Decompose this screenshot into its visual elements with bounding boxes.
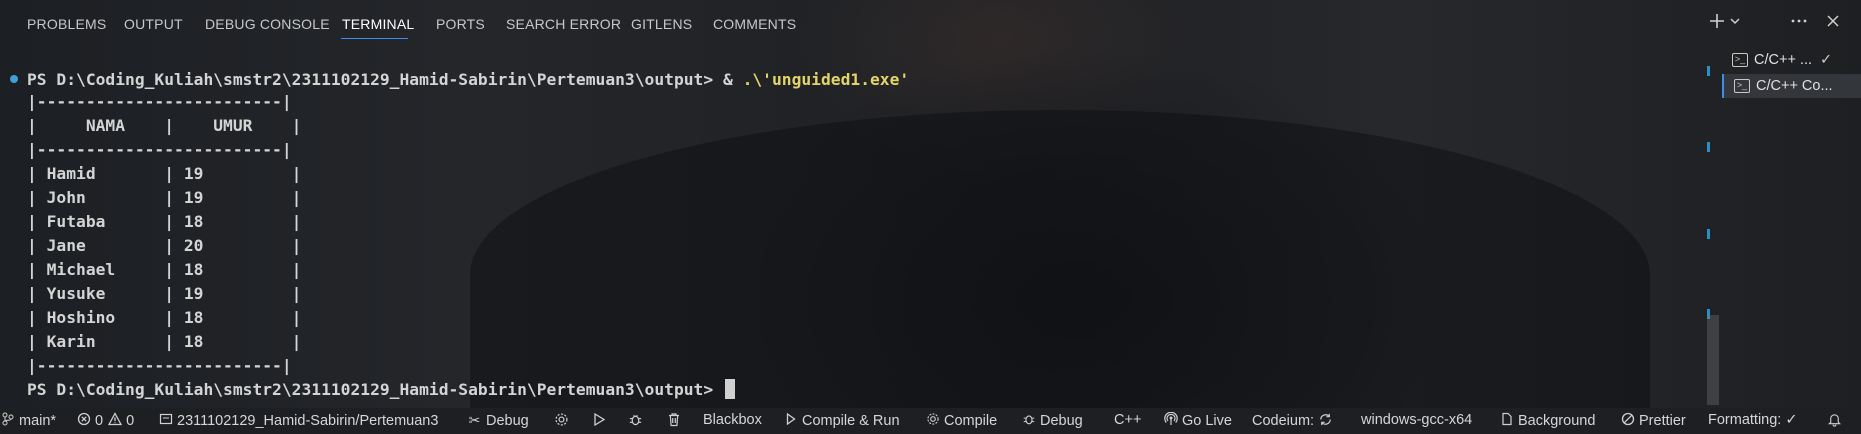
command-line: PS D:\Coding_Kuliah\smstr2\2311102129_Ha… <box>27 68 909 92</box>
git-branch[interactable]: main* <box>0 412 56 429</box>
panel-tabs: PROBLEMS OUTPUT DEBUG CONSOLE TERMINAL P… <box>0 0 1861 50</box>
compile-run-button[interactable]: Compile & Run <box>783 412 900 429</box>
compile-button[interactable]: Compile <box>925 412 997 429</box>
error-icon <box>76 412 91 429</box>
terminal-cursor <box>724 379 735 399</box>
warning-count: 0 <box>126 412 135 429</box>
background-label: Background <box>1518 412 1596 429</box>
branch-icon <box>0 412 15 429</box>
plus-icon[interactable] <box>1708 12 1726 36</box>
bug-icon[interactable] <box>628 412 643 427</box>
terminal-list-item-selected[interactable]: >_ C/C++ Co... <box>1722 74 1861 98</box>
terminal-item-label: C/C++ Co... <box>1756 78 1833 94</box>
file-icon <box>1499 412 1514 429</box>
command-operator: & <box>722 70 743 89</box>
gear-icon[interactable] <box>554 412 569 427</box>
blackbox-button[interactable]: Blackbox <box>703 412 762 428</box>
project-label: 2311102129_Hamid-Sabirin/Pertemuan3 <box>177 412 439 429</box>
play-icon <box>783 412 798 429</box>
formatting-status[interactable]: Formatting: ✓ <box>1708 412 1798 428</box>
table-border: |-------------------------| <box>27 356 292 375</box>
warning-icon <box>107 412 122 429</box>
close-icon[interactable] <box>1825 12 1841 36</box>
debug-label: Debug <box>1040 412 1083 429</box>
terminal-list-item[interactable]: >_ C/C++ ... ✓ <box>1722 48 1861 72</box>
folder-icon <box>158 412 173 429</box>
table-row: | Futaba | 18 | <box>27 212 302 231</box>
scroll-marker <box>1707 142 1710 152</box>
background-button[interactable]: Background <box>1499 412 1595 429</box>
terminal-item-label: C/C++ ... <box>1754 52 1813 68</box>
sync-icon <box>1318 412 1333 430</box>
gear-icon <box>925 412 940 429</box>
active-tab-indicator <box>341 38 408 39</box>
command-string: .\'unguided1.exe' <box>742 70 910 89</box>
debug-button[interactable]: ✂ Debug <box>467 412 529 429</box>
terminal-scrollbar[interactable] <box>1707 315 1719 405</box>
final-prompt-line: PS D:\Coding_Kuliah\smstr2\2311102129_Ha… <box>27 378 735 402</box>
table-row: | Karin | 18 | <box>27 332 302 351</box>
ellipsis-icon[interactable] <box>1790 12 1808 36</box>
compile-label: Compile <box>944 412 998 429</box>
prompt-text: PS D:\Coding_Kuliah\smstr2\2311102129_Ha… <box>27 70 723 89</box>
debug-label: Debug <box>486 412 529 429</box>
broadcast-icon <box>1163 411 1178 429</box>
branch-label: main* <box>19 412 57 429</box>
tab-comments[interactable]: COMMENTS <box>713 16 796 32</box>
tab-terminal[interactable]: TERMINAL <box>342 16 414 32</box>
check-icon: ✓ <box>1820 52 1833 68</box>
prohibited-icon <box>1620 412 1635 429</box>
table-row: | Hoshino | 18 | <box>27 308 302 327</box>
status-bar: main* 0 0 2311102129_Hamid-Sabirin/Perte… <box>0 408 1861 434</box>
go-live-label: Go Live <box>1182 412 1232 429</box>
tools-icon: ✂ <box>468 412 481 428</box>
codeium-label: Codeium: <box>1252 413 1315 429</box>
bug-icon <box>1021 412 1036 429</box>
project-path[interactable]: 2311102129_Hamid-Sabirin/Pertemuan3 <box>158 412 438 429</box>
table-row: | Jane | 20 | <box>27 236 302 255</box>
table-row: | Hamid | 19 | <box>27 164 302 183</box>
prompt-text: PS D:\Coding_Kuliah\smstr2\2311102129_Ha… <box>27 380 723 399</box>
debug-run-button[interactable]: Debug <box>1021 412 1083 429</box>
table-row: | John | 19 | <box>27 188 302 207</box>
run-icon[interactable] <box>592 412 606 427</box>
tab-problems[interactable]: PROBLEMS <box>27 16 106 32</box>
problems-indicator[interactable]: 0 0 <box>76 412 134 429</box>
terminal-list: >_ C/C++ ... ✓ >_ C/C++ Co... <box>1722 46 1861 106</box>
table-row: | Yusuke | 19 | <box>27 284 302 303</box>
compiler-config[interactable]: windows-gcc-x64 <box>1361 412 1472 428</box>
go-live-button[interactable]: Go Live <box>1163 411 1232 429</box>
terminal-output[interactable]: PS D:\Coding_Kuliah\smstr2\2311102129_Ha… <box>0 64 1700 404</box>
scroll-marker <box>1707 66 1710 76</box>
bell-icon[interactable] <box>1827 412 1842 427</box>
table-border: |-------------------------| <box>27 92 292 111</box>
tab-gitlens[interactable]: GITLENS <box>631 16 692 32</box>
table-border: |-------------------------| <box>27 140 292 159</box>
tab-ports[interactable]: PORTS <box>436 16 485 32</box>
trash-icon[interactable] <box>667 412 681 427</box>
compile-run-label: Compile & Run <box>802 412 900 429</box>
prettier-label: Prettier <box>1639 412 1686 429</box>
table-row: | Michael | 18 | <box>27 260 302 279</box>
tab-debug-console[interactable]: DEBUG CONSOLE <box>205 16 330 32</box>
terminal-icon: >_ <box>1734 79 1750 93</box>
codeium-status[interactable]: Codeium: <box>1252 412 1333 430</box>
error-count: 0 <box>95 412 104 429</box>
scroll-marker <box>1707 229 1710 239</box>
prettier-status[interactable]: Prettier <box>1620 412 1686 429</box>
tab-output[interactable]: OUTPUT <box>124 16 183 32</box>
language-mode[interactable]: C++ <box>1114 412 1141 428</box>
terminal-icon: >_ <box>1732 53 1748 67</box>
tab-search-error[interactable]: SEARCH ERROR <box>506 16 621 32</box>
table-header: | NAMA | UMUR | <box>27 116 302 135</box>
chevron-down-icon[interactable] <box>1729 12 1741 36</box>
